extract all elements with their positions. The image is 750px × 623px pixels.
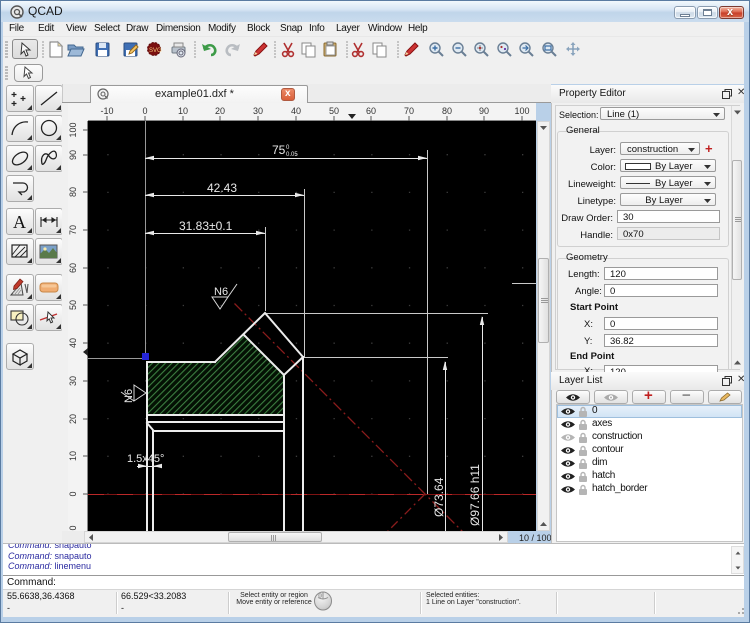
svg-text:60: 60 bbox=[366, 106, 376, 116]
svg-text:50: 50 bbox=[68, 300, 78, 310]
svg-text:80: 80 bbox=[442, 106, 452, 116]
svg-text:30: 30 bbox=[253, 106, 263, 116]
svg-text:60: 60 bbox=[68, 263, 78, 273]
svg-text:90: 90 bbox=[479, 106, 489, 116]
svg-text:42.43: 42.43 bbox=[207, 181, 237, 195]
svg-text:20: 20 bbox=[215, 106, 225, 116]
svg-text:0: 0 bbox=[286, 145, 290, 151]
svg-text:0: 0 bbox=[68, 491, 78, 496]
svg-text:1.5x45°: 1.5x45° bbox=[127, 453, 164, 465]
svg-text:SVG: SVG bbox=[149, 48, 162, 54]
svg-text:10: 10 bbox=[178, 106, 188, 116]
svg-text:Ø97.66 h11: Ø97.66 h11 bbox=[468, 464, 482, 526]
svg-text:100: 100 bbox=[514, 106, 529, 116]
svg-text:Ø73.64: Ø73.64 bbox=[432, 477, 446, 517]
svg-text:40: 40 bbox=[291, 106, 301, 116]
svg-text:50: 50 bbox=[329, 106, 339, 116]
svg-text:-10: -10 bbox=[100, 106, 113, 116]
svg-text:31.83±0.1: 31.83±0.1 bbox=[179, 219, 233, 233]
svg-text:70: 70 bbox=[68, 225, 78, 235]
svg-text:75: 75 bbox=[272, 143, 286, 157]
svg-text:30: 30 bbox=[68, 376, 78, 386]
svg-text:100: 100 bbox=[68, 122, 78, 137]
svg-text:0: 0 bbox=[142, 106, 147, 116]
svg-text:10: 10 bbox=[68, 451, 78, 461]
svg-text:0.05: 0.05 bbox=[286, 152, 298, 158]
svg-text:20: 20 bbox=[68, 414, 78, 424]
svg-text:40: 40 bbox=[68, 338, 78, 348]
svg-text:70: 70 bbox=[404, 106, 414, 116]
svg-text:80: 80 bbox=[68, 187, 78, 197]
svg-text:A: A bbox=[13, 212, 26, 232]
svg-text:N6: N6 bbox=[214, 286, 228, 298]
svg-text:90: 90 bbox=[68, 150, 78, 160]
